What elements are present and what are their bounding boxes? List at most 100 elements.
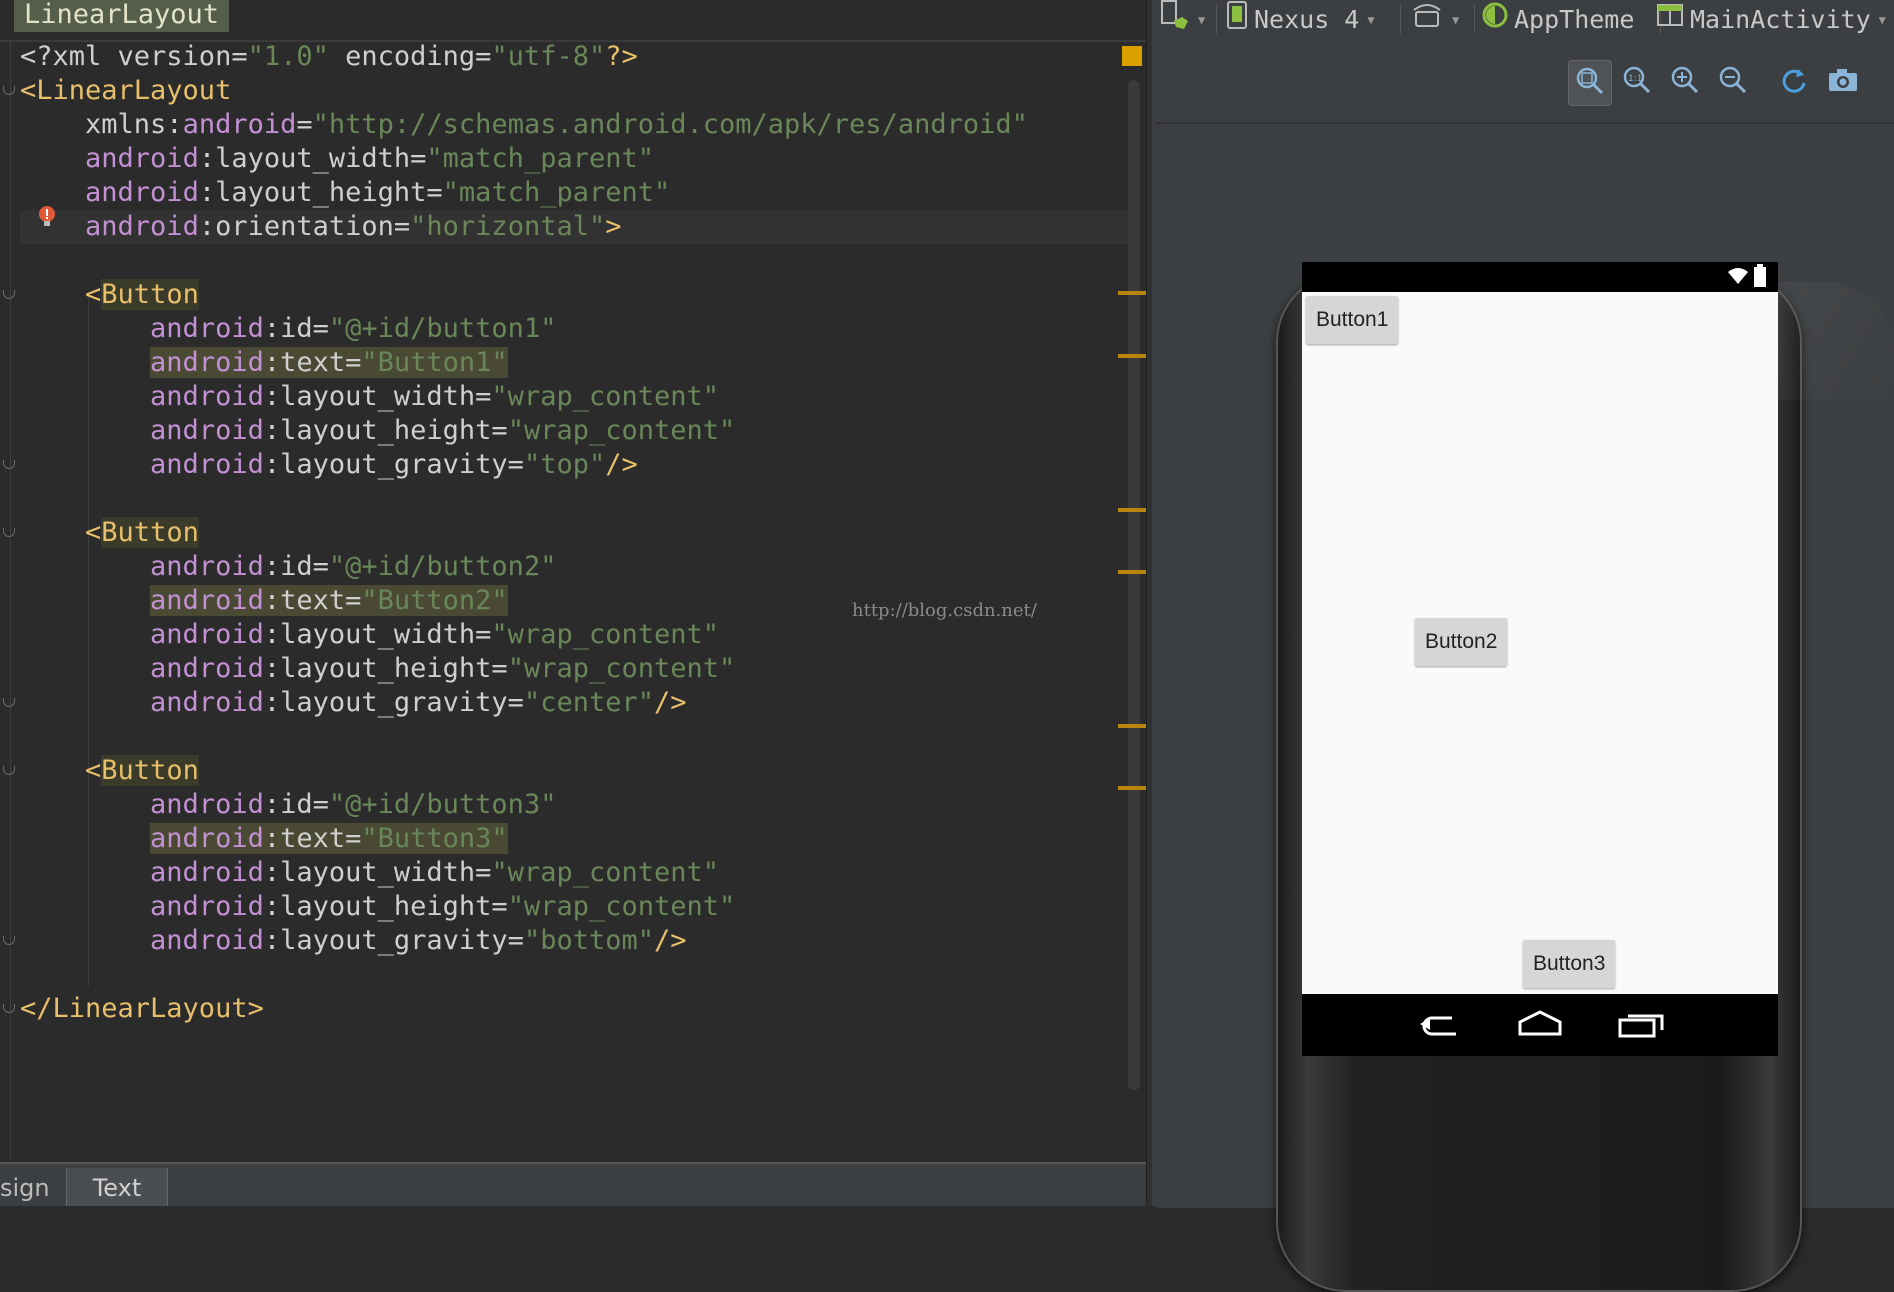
code-line[interactable]: <Button: [20, 516, 199, 550]
code-line[interactable]: </LinearLayout>: [20, 992, 264, 1026]
vertical-scrollbar[interactable]: [1128, 80, 1140, 1090]
code-token: ?>: [605, 41, 638, 72]
code-line[interactable]: android:orientation="horizontal">: [20, 210, 1140, 244]
highlight-marker[interactable]: [1118, 508, 1146, 512]
code-line[interactable]: android:text="Button3": [20, 822, 508, 856]
zoom-actual-size-button[interactable]: 1:1: [1616, 60, 1658, 104]
tab-text[interactable]: Text: [66, 1168, 168, 1206]
device-dropdown[interactable]: Nexus 4 ▼: [1226, 0, 1375, 40]
code-line[interactable]: <Button: [20, 278, 199, 312]
fold-toggle-icon[interactable]: [3, 1004, 15, 1013]
layout-preview-panel: ▼ Nexus 4 ▼ ▼ AppTheme MainActivity ▼ 1:…: [1152, 0, 1894, 1292]
code-line[interactable]: android:id="@+id/button2": [20, 550, 556, 584]
code-token: android: [150, 313, 264, 344]
highlight-marker[interactable]: [1118, 786, 1146, 790]
code-line[interactable]: <LinearLayout: [20, 74, 231, 108]
code-line[interactable]: android:layout_gravity="bottom"/>: [20, 924, 686, 958]
code-line[interactable]: android:layout_height="wrap_content": [20, 414, 735, 448]
fold-toggle-icon[interactable]: [3, 290, 15, 299]
refresh-button[interactable]: [1772, 60, 1814, 104]
code-line[interactable]: android:layout_width="match_parent": [20, 142, 654, 176]
code-token: Button: [101, 517, 199, 548]
code-token: "@+id/button2": [328, 551, 557, 582]
orientation-dropdown[interactable]: ▼: [1410, 0, 1459, 40]
intention-bulb-icon[interactable]: [38, 205, 56, 229]
screenshot-button[interactable]: [1822, 60, 1864, 104]
code-token: android: [150, 653, 264, 684]
design-canvas[interactable]: Button1 Button2 Button3: [1156, 122, 1894, 1292]
fold-toggle-icon[interactable]: [3, 936, 15, 945]
code-line[interactable]: android:layout_height="match_parent": [20, 176, 670, 210]
code-token: "1.0": [247, 41, 329, 72]
code-token: :layout_width=: [263, 381, 492, 412]
zoom-to-fit-button[interactable]: [1568, 60, 1612, 106]
code-line[interactable]: android:layout_gravity="top"/>: [20, 448, 638, 482]
code-token: android: [150, 347, 264, 378]
code-token: android: [85, 177, 199, 208]
fold-toggle-icon[interactable]: [3, 460, 15, 469]
fold-toggle-icon[interactable]: [3, 528, 15, 537]
button1[interactable]: Button1: [1306, 296, 1399, 344]
code-line[interactable]: android:id="@+id/button3": [20, 788, 556, 822]
code-line[interactable]: android:layout_height="wrap_content": [20, 652, 735, 686]
code-line[interactable]: android:layout_height="wrap_content": [20, 890, 735, 924]
code-line[interactable]: android:layout_gravity="center"/>: [20, 686, 686, 720]
code-token: android: [150, 891, 264, 922]
activity-dropdown[interactable]: MainActivity ▼: [1656, 0, 1886, 40]
highlight-marker[interactable]: [1118, 570, 1146, 574]
code-token: </LinearLayout>: [20, 993, 264, 1024]
code-token: encoding=: [328, 41, 492, 72]
device-config-dropdown[interactable]: ▼: [1160, 0, 1205, 40]
analysis-status-icon[interactable]: [1122, 46, 1142, 66]
code-line[interactable]: android:text="Button2": [20, 584, 508, 618]
code-line[interactable]: android:id="@+id/button1": [20, 312, 556, 346]
zoom-in-button[interactable]: [1664, 60, 1706, 104]
code-token: :text=: [263, 347, 362, 378]
code-token: <: [85, 755, 102, 786]
home-icon[interactable]: [1516, 1010, 1564, 1042]
fold-toggle-icon[interactable]: [3, 766, 15, 775]
theme-dropdown[interactable]: AppTheme: [1482, 0, 1634, 40]
recents-icon[interactable]: [1618, 1010, 1664, 1042]
code-line[interactable]: android:layout_width="wrap_content": [20, 856, 719, 890]
highlight-marker[interactable]: [1118, 291, 1146, 295]
button3[interactable]: Button3: [1523, 940, 1616, 988]
zoom-out-button[interactable]: [1712, 60, 1754, 104]
chevron-down-icon: ▼: [1878, 13, 1886, 27]
code-line[interactable]: android:layout_width="wrap_content": [20, 380, 719, 414]
button2[interactable]: Button2: [1415, 618, 1508, 666]
code-line[interactable]: <?xml version="1.0" encoding="utf-8"?>: [20, 40, 638, 74]
highlight-marker[interactable]: [1118, 724, 1146, 728]
svg-text:1:1: 1:1: [1628, 74, 1642, 84]
code-token: "@+id/button1": [328, 313, 557, 344]
code-line[interactable]: <Button: [20, 754, 199, 788]
chevron-down-icon: ▼: [1198, 13, 1206, 27]
code-token: "Button3": [361, 823, 508, 854]
fold-toggle-icon[interactable]: [3, 698, 15, 707]
breadcrumb[interactable]: LinearLayout: [14, 0, 230, 32]
code-token: :layout_height=: [263, 891, 508, 922]
code-token: android: [150, 585, 264, 616]
code-line[interactable]: android:layout_width="wrap_content": [20, 618, 719, 652]
tab-design[interactable]: sign: [0, 1168, 64, 1206]
phone-icon: [1226, 0, 1248, 40]
fold-toggle-icon[interactable]: [3, 86, 15, 95]
code-token: android: [85, 211, 199, 242]
code-token: android: [150, 381, 264, 412]
code-token: android: [150, 789, 264, 820]
toolbar-separator: [1474, 4, 1475, 34]
highlight-marker[interactable]: [1118, 354, 1146, 358]
zoom-out-icon: [1718, 65, 1748, 99]
code-token: "http://schemas.android.com/apk/res/andr…: [312, 109, 1028, 140]
back-icon[interactable]: [1416, 1012, 1462, 1042]
code-line[interactable]: xmlns:android="http://schemas.android.co…: [20, 108, 1028, 142]
code-line[interactable]: android:text="Button1": [20, 346, 508, 380]
code-token: android: [150, 687, 264, 718]
xml-editor[interactable]: LinearLayout <?xml version="1.0" encodin…: [0, 0, 1146, 1206]
toolbar-separator: [1216, 4, 1217, 34]
